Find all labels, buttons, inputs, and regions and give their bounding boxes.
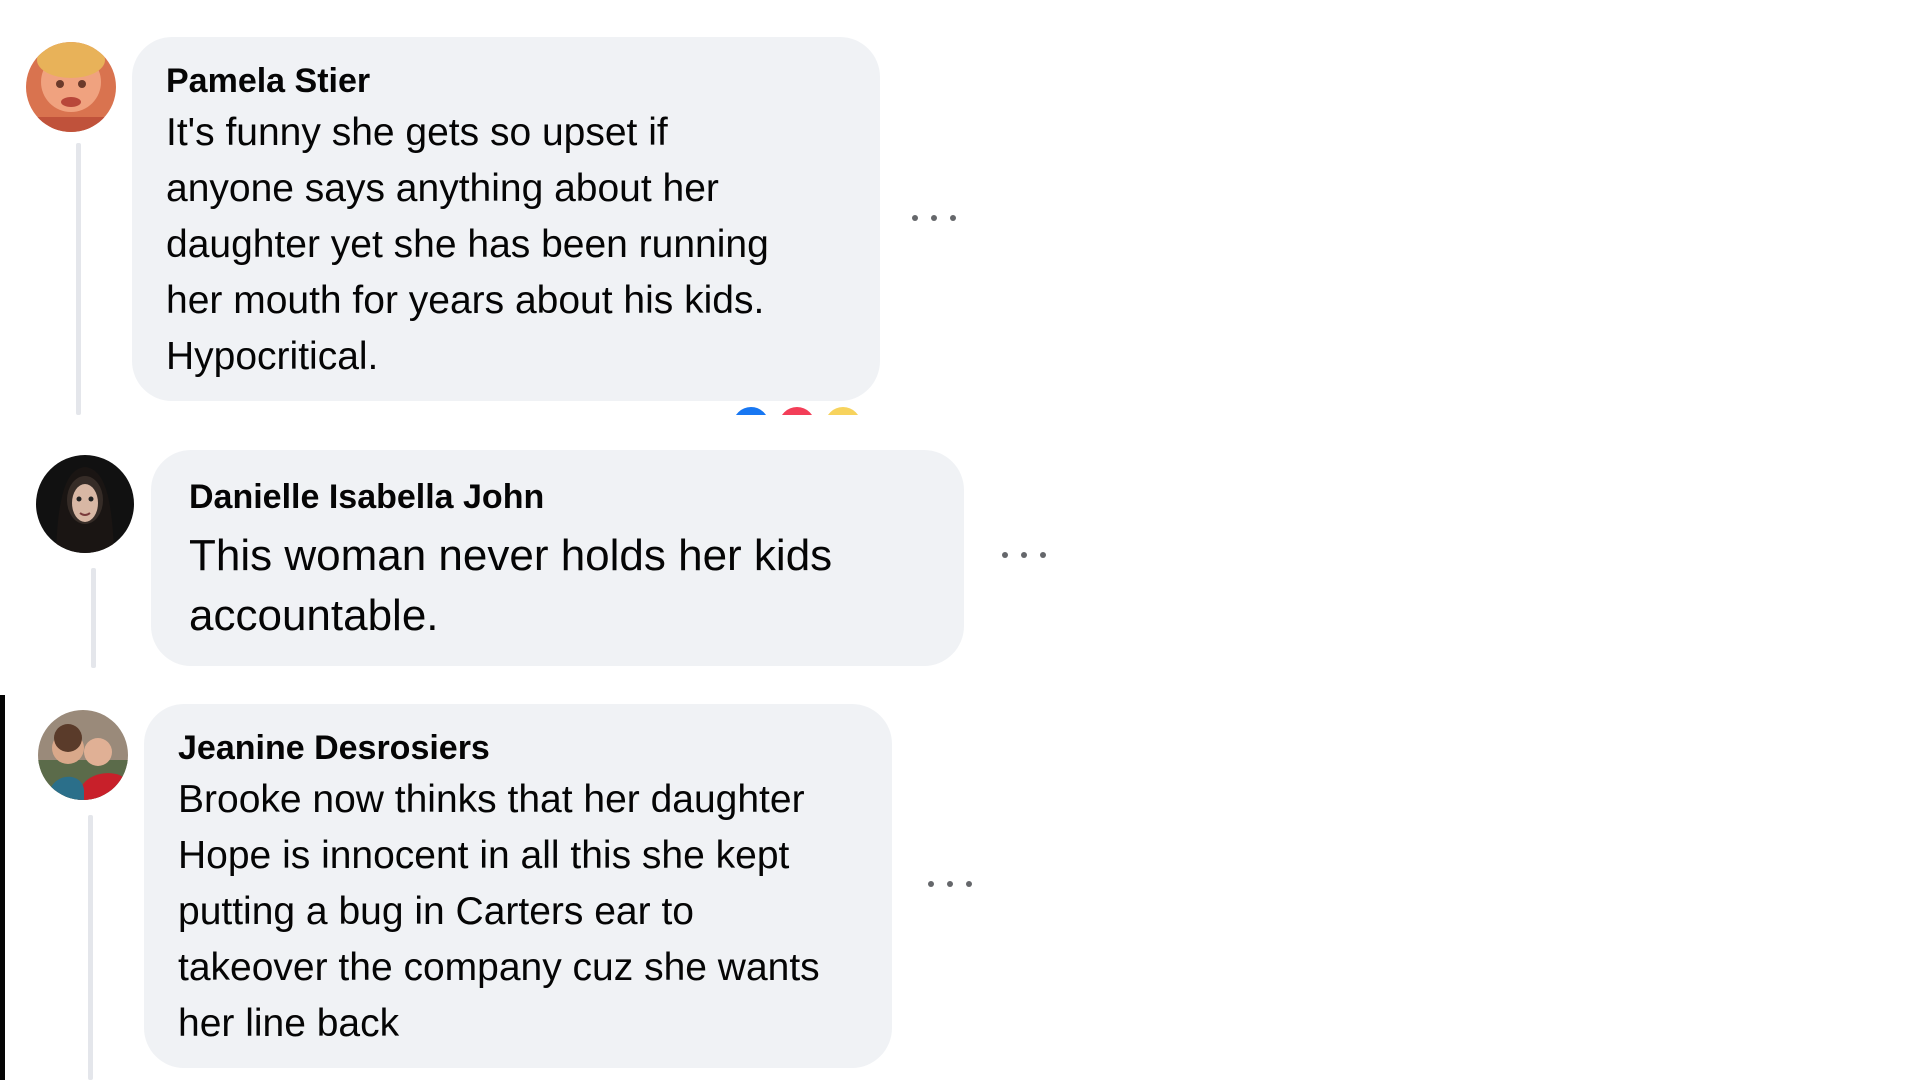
more-dot [912, 215, 918, 221]
more-dot [966, 881, 972, 887]
more-dot [1021, 552, 1027, 558]
comment-text-line: her line back [178, 1002, 400, 1045]
thread-line [88, 815, 93, 1080]
more-options-icon[interactable] [912, 208, 956, 228]
comment-bubble[interactable]: Jeanine Desrosiers Brooke now thinks tha… [144, 704, 892, 1068]
more-dot [1040, 552, 1046, 558]
comment-author[interactable]: Pamela Stier [166, 61, 370, 101]
comment-text: It's funny she gets so upset if anyone s… [166, 105, 769, 385]
comment-text-line: This woman never holds her kids [189, 531, 833, 580]
comment-text-line: her mouth for years about his kids. [166, 279, 765, 322]
comment-text-line: Hypocritical. [166, 335, 379, 378]
more-options-icon[interactable] [1002, 545, 1046, 565]
comment-text-line: takeover the company cuz she wants [178, 946, 820, 989]
more-dot [928, 881, 934, 887]
thread-line [76, 143, 81, 415]
comment-text-line: accountable. [189, 591, 439, 640]
comment-text-line: daughter yet she has been running [166, 223, 769, 266]
more-dot [1002, 552, 1008, 558]
comment-text: Brooke now thinks that her daughter Hope… [178, 772, 820, 1052]
comment-author[interactable]: Jeanine Desrosiers [178, 728, 490, 768]
more-dot [950, 215, 956, 221]
profile-photo-icon [26, 42, 116, 132]
thread-line [91, 568, 96, 668]
focus-indicator [0, 695, 5, 1080]
comment-text-line: anyone says anything about her [166, 167, 719, 210]
more-dot [947, 881, 953, 887]
comment-author[interactable]: Danielle Isabella John [189, 477, 544, 517]
profile-photo-icon [38, 710, 128, 800]
comment-bubble[interactable]: Pamela Stier It's funny she gets so upse… [132, 37, 880, 401]
comment-text-line: Hope is innocent in all this she kept [178, 834, 790, 877]
comment-bubble[interactable]: Danielle Isabella John This woman never … [151, 450, 964, 666]
comment-text: This woman never holds her kids accounta… [189, 526, 832, 646]
comment-text-line: It's funny she gets so upset if [166, 111, 668, 154]
reaction-mask [700, 415, 900, 455]
more-options-icon[interactable] [928, 874, 972, 894]
comment-text-line: putting a bug in Carters ear to [178, 890, 694, 933]
comment-text-line: Brooke now thinks that her daughter [178, 778, 805, 821]
more-dot [931, 215, 937, 221]
avatar[interactable] [36, 455, 134, 553]
avatar[interactable] [38, 710, 128, 800]
avatar[interactable] [26, 42, 116, 132]
profile-photo-icon [36, 455, 134, 553]
